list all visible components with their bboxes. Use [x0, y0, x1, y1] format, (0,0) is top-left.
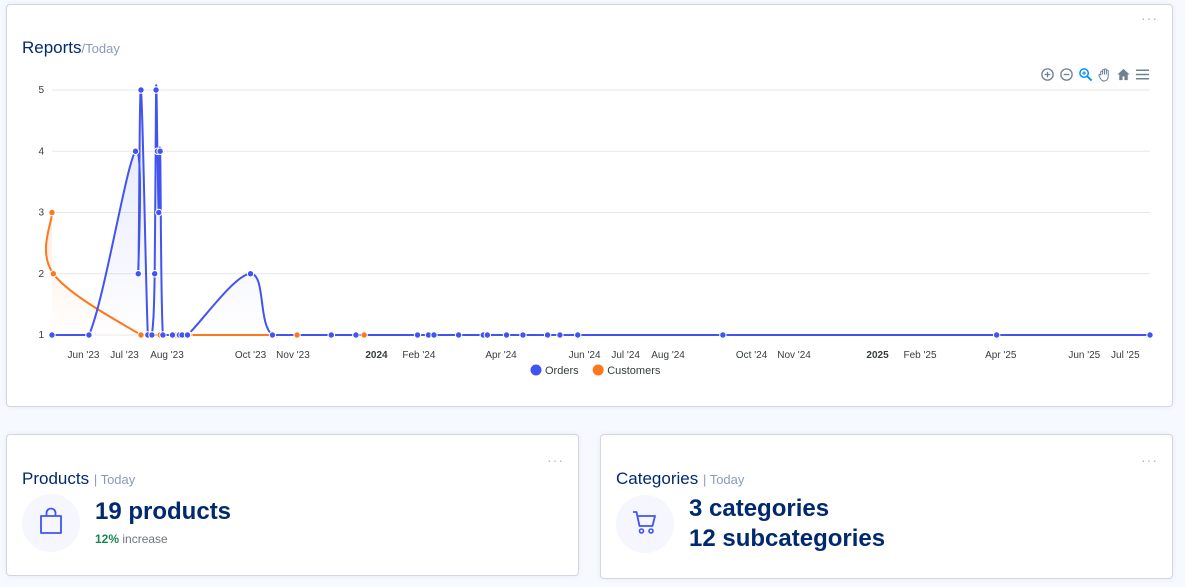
products-title-text: Products [22, 469, 90, 488]
data-point-orders [352, 331, 360, 339]
data-point-orders [574, 331, 582, 339]
x-tick-label: Feb '25 [903, 350, 936, 361]
reports-card: Reports/Today ··· 1 2 3 4 5 Jun '23 Jul '23 Aug… [6, 4, 1173, 407]
x-tick-label: Jul '25 [1111, 350, 1140, 361]
shopping-cart-icon [631, 508, 659, 541]
categories-menu-button[interactable]: ··· [1141, 453, 1158, 467]
legend-marker-customers [592, 364, 604, 376]
data-point-orders [719, 331, 727, 339]
y-tick-label: 4 [38, 146, 44, 157]
data-point-orders [327, 331, 335, 339]
data-point-orders [543, 331, 552, 339]
data-point-orders [137, 86, 145, 94]
x-tick-label: 2025 [866, 350, 889, 361]
legend-label-orders: Orders [545, 365, 579, 377]
x-tick-label: 2024 [365, 350, 388, 361]
data-point-orders [159, 331, 167, 339]
subcategories-count: 12 subcategories [689, 525, 886, 552]
categories-card: Categories | Today ··· 3 categories 12 s… [600, 434, 1173, 579]
data-point-customers [137, 331, 145, 339]
x-tick-label: Aug '23 [150, 350, 184, 361]
products-title: Products | Today [22, 469, 135, 489]
products-count: 19 products [95, 498, 232, 525]
data-point-orders [454, 331, 463, 339]
data-point-orders [556, 331, 564, 339]
data-point-orders [152, 86, 160, 94]
y-tick-label: 2 [38, 269, 44, 280]
x-tick-label: Jun '25 [1068, 350, 1100, 361]
products-change-label: increase [122, 532, 168, 546]
x-tick-label: Jul '23 [110, 350, 139, 361]
data-point-orders [183, 331, 192, 339]
data-point-orders [85, 331, 93, 339]
data-point-orders [134, 270, 142, 278]
products-icon-circle [22, 494, 80, 552]
y-tick-label: 1 [38, 330, 44, 341]
categories-icon-circle [616, 495, 674, 553]
data-point-orders [992, 331, 1001, 339]
data-point-orders [246, 270, 255, 278]
data-point-orders [268, 331, 277, 339]
products-card: Products | Today ··· 19 products 12% inc… [6, 434, 579, 576]
products-change: 12% increase [95, 532, 168, 546]
x-tick-label: Nov '24 [777, 350, 811, 361]
legend-label-customers: Customers [607, 365, 661, 377]
y-tick-label: 3 [38, 208, 44, 219]
categories-title-text: Categories [616, 469, 699, 488]
data-point-customers [293, 331, 301, 339]
shopping-bag-icon [37, 506, 65, 541]
legend-item-orders: Orders [530, 364, 579, 377]
data-point-orders [48, 331, 56, 339]
data-point-customers [360, 331, 368, 339]
products-change-percent: 12% [95, 532, 120, 546]
legend-item-customers: Customers [592, 364, 661, 377]
categories-title: Categories | Today [616, 469, 744, 489]
reports-chart: 1 2 3 4 5 Jun '23 Jul '23 Aug '23 Oct '23 Nov '23… [38, 84, 1154, 377]
data-point-customers [48, 208, 56, 217]
y-tick-label: 5 [38, 85, 44, 96]
categories-period: | Today [702, 472, 745, 487]
data-point-orders [148, 331, 156, 339]
data-point-customers [49, 270, 58, 278]
x-tick-label: Apr '25 [985, 350, 1017, 361]
legend-marker-orders [530, 364, 542, 376]
x-tick-label: Feb '24 [402, 350, 435, 361]
categories-count: 3 categories [689, 495, 830, 522]
x-tick-label: Aug '24 [651, 350, 685, 361]
x-tick-label: Jul '24 [611, 350, 640, 361]
data-point-orders [1146, 331, 1154, 339]
data-point-orders [519, 331, 527, 339]
data-point-orders [131, 147, 140, 155]
x-tick-label: Oct '23 [235, 350, 267, 361]
x-tick-label: Jun '24 [569, 350, 601, 361]
x-tick-label: Oct '24 [736, 350, 768, 361]
series-area-orders [52, 85, 1150, 335]
data-point-orders [150, 270, 159, 278]
data-point-orders [155, 208, 163, 217]
data-point-orders [430, 331, 438, 339]
products-menu-button[interactable]: ··· [547, 453, 564, 467]
data-point-orders [483, 331, 492, 339]
x-tick-label: Jun '23 [68, 350, 100, 361]
products-period: | Today [93, 472, 136, 487]
data-point-orders [168, 331, 177, 339]
data-point-orders [413, 331, 422, 339]
x-tick-label: Nov '23 [276, 350, 310, 361]
data-point-orders [156, 147, 164, 155]
x-tick-label: Apr '24 [485, 350, 517, 361]
series-line-orders [52, 84, 1150, 337]
data-point-orders [502, 331, 511, 339]
